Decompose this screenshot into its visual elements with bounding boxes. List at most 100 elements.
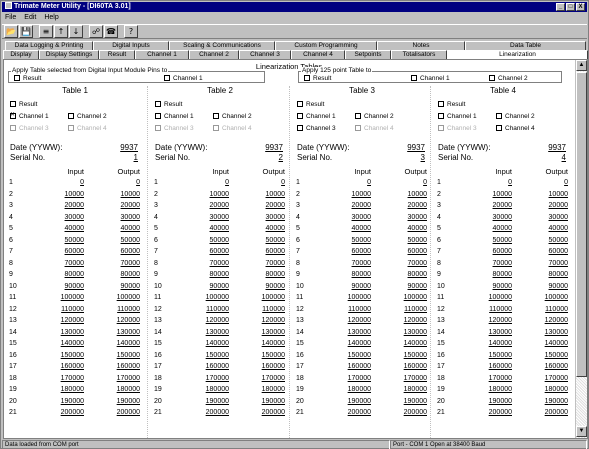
output-value[interactable]: 50000 xyxy=(266,235,285,246)
input-value[interactable]: 90000 xyxy=(352,281,371,292)
output-value[interactable]: 80000 xyxy=(408,269,427,280)
input-value[interactable]: 130000 xyxy=(348,327,371,338)
output-value[interactable]: 0 xyxy=(281,177,285,188)
output-value[interactable]: 150000 xyxy=(404,350,427,361)
output-value[interactable]: 80000 xyxy=(549,269,568,280)
input-value[interactable]: 10000 xyxy=(352,189,371,200)
serial-value[interactable]: 1 xyxy=(134,153,138,162)
input-value[interactable]: 40000 xyxy=(493,223,512,234)
input-value[interactable]: 20000 xyxy=(210,200,229,211)
output-value[interactable]: 180000 xyxy=(404,384,427,395)
input-value[interactable]: 130000 xyxy=(206,327,229,338)
output-value[interactable]: 160000 xyxy=(404,361,427,372)
input-value[interactable]: 160000 xyxy=(206,361,229,372)
input-value[interactable]: 190000 xyxy=(61,396,84,407)
input-value[interactable]: 40000 xyxy=(210,223,229,234)
output-value[interactable]: 150000 xyxy=(262,350,285,361)
help-icon[interactable]: ? xyxy=(124,25,138,38)
output-value[interactable]: 10000 xyxy=(121,189,140,200)
input-value[interactable]: 130000 xyxy=(489,327,512,338)
input-value[interactable]: 160000 xyxy=(489,361,512,372)
table-checkbox-item[interactable]: Channel 2 xyxy=(355,113,394,120)
output-value[interactable]: 130000 xyxy=(262,327,285,338)
title-bar[interactable]: Trimate Meter Utility - [DI60TA 3.01] _ … xyxy=(2,2,587,12)
scroll-thumb[interactable] xyxy=(576,72,587,377)
input-value[interactable]: 190000 xyxy=(489,396,512,407)
input-value[interactable]: 80000 xyxy=(65,269,84,280)
checkbox[interactable] xyxy=(155,113,161,119)
checkbox[interactable] xyxy=(164,75,170,81)
output-value[interactable]: 120000 xyxy=(262,315,285,326)
input-value[interactable]: 50000 xyxy=(65,235,84,246)
output-value[interactable]: 70000 xyxy=(121,258,140,269)
input-value[interactable]: 70000 xyxy=(352,258,371,269)
menu-edit[interactable]: Edit xyxy=(24,13,36,23)
checkbox[interactable] xyxy=(155,101,161,107)
scroll-up-icon[interactable]: ▲ xyxy=(576,60,587,71)
input-value[interactable]: 200000 xyxy=(348,407,371,418)
open-folder-icon[interactable]: 📂 xyxy=(4,25,18,38)
input-value[interactable]: 80000 xyxy=(352,269,371,280)
checkbox[interactable] xyxy=(213,113,219,119)
output-value[interactable]: 110000 xyxy=(545,304,568,315)
output-value[interactable]: 50000 xyxy=(121,235,140,246)
output-value[interactable]: 190000 xyxy=(545,396,568,407)
input-value[interactable]: 30000 xyxy=(493,212,512,223)
checkbox[interactable] xyxy=(438,113,444,119)
input-value[interactable]: 110000 xyxy=(489,304,512,315)
input-value[interactable]: 190000 xyxy=(348,396,371,407)
apply-digital-channel-1[interactable]: Channel 1 xyxy=(164,75,203,82)
output-value[interactable]: 0 xyxy=(136,177,140,188)
input-value[interactable]: 50000 xyxy=(352,235,371,246)
checkbox[interactable] xyxy=(496,113,502,119)
table-checkbox-item[interactable]: Channel 2 xyxy=(213,113,252,120)
upload-icon[interactable]: ↑ xyxy=(54,25,68,38)
output-value[interactable]: 130000 xyxy=(545,327,568,338)
output-value[interactable]: 100000 xyxy=(545,292,568,303)
output-value[interactable]: 40000 xyxy=(408,223,427,234)
output-value[interactable]: 150000 xyxy=(545,350,568,361)
output-value[interactable]: 50000 xyxy=(549,235,568,246)
output-value[interactable]: 30000 xyxy=(266,212,285,223)
input-value[interactable]: 30000 xyxy=(352,212,371,223)
output-value[interactable]: 170000 xyxy=(404,373,427,384)
checkbox[interactable] xyxy=(297,125,303,131)
table-checkbox-item[interactable]: Channel 4 xyxy=(496,125,535,132)
checkbox[interactable] xyxy=(14,75,20,81)
tab-display[interactable]: Display xyxy=(3,50,39,59)
output-value[interactable]: 120000 xyxy=(404,315,427,326)
input-value[interactable]: 130000 xyxy=(61,327,84,338)
serial-value[interactable]: 2 xyxy=(279,153,283,162)
input-value[interactable]: 50000 xyxy=(210,235,229,246)
input-value[interactable]: 70000 xyxy=(493,258,512,269)
vertical-scrollbar[interactable]: ▲ ▼ xyxy=(575,60,587,438)
table-checkbox-item[interactable]: Result xyxy=(10,101,37,108)
input-value[interactable]: 160000 xyxy=(348,361,371,372)
input-value[interactable]: 80000 xyxy=(210,269,229,280)
output-value[interactable]: 140000 xyxy=(262,338,285,349)
disconnect-icon[interactable]: ☎ xyxy=(104,25,118,38)
input-value[interactable]: 60000 xyxy=(65,246,84,257)
input-value[interactable]: 20000 xyxy=(493,200,512,211)
input-value[interactable]: 150000 xyxy=(489,350,512,361)
checkbox[interactable] xyxy=(297,113,303,119)
output-value[interactable]: 20000 xyxy=(549,200,568,211)
input-value[interactable]: 70000 xyxy=(210,258,229,269)
output-value[interactable]: 200000 xyxy=(262,407,285,418)
download-icon[interactable]: ↓ xyxy=(69,25,83,38)
input-value[interactable]: 0 xyxy=(508,177,512,188)
output-value[interactable]: 180000 xyxy=(262,384,285,395)
output-value[interactable]: 170000 xyxy=(117,373,140,384)
input-value[interactable]: 90000 xyxy=(493,281,512,292)
input-value[interactable]: 60000 xyxy=(352,246,371,257)
input-value[interactable]: 180000 xyxy=(206,384,229,395)
date-value[interactable]: 9937 xyxy=(265,143,283,152)
tab-totalisators[interactable]: Totalisators xyxy=(391,50,447,59)
checkbox[interactable] xyxy=(489,75,495,81)
input-value[interactable]: 180000 xyxy=(61,384,84,395)
input-value[interactable]: 90000 xyxy=(65,281,84,292)
input-value[interactable]: 200000 xyxy=(61,407,84,418)
ruler-icon[interactable]: ≡ xyxy=(39,25,53,38)
output-value[interactable]: 40000 xyxy=(266,223,285,234)
tab-channel-3[interactable]: Channel 3 xyxy=(239,50,291,59)
